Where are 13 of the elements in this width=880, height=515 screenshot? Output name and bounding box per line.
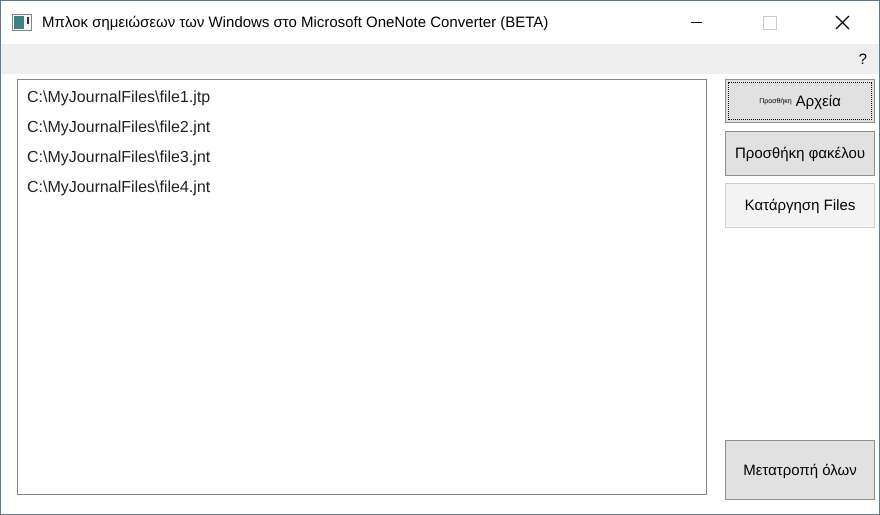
file-path[interactable]: C:\MyJournalFiles\file1.jtp — [27, 86, 697, 116]
close-icon[interactable] — [835, 15, 850, 30]
add-folder-button[interactable]: Προσθήκη φακέλου — [725, 131, 875, 176]
window-title: Μπλοκ σημειώσεων των Windows στο Microsoft OneNote Converter (BETA) — [42, 14, 550, 31]
file-path[interactable]: C:\MyJournalFiles\file4.jnt — [27, 176, 697, 206]
file-path[interactable]: C:\MyJournalFiles\file2.jnt — [27, 116, 697, 146]
file-list[interactable]: C:\MyJournalFiles\file1.jtp C:\MyJournalFiles\file2.jnt C:\MyJournalFiles\file3.jnt C:\MyJournalFiles\file4.jnt — [17, 79, 707, 495]
minimize-icon[interactable] — [691, 22, 702, 23]
remove-files-button[interactable]: Κατάργηση Files — [725, 183, 875, 228]
file-path[interactable]: C:\MyJournalFiles\file3.jnt — [27, 146, 697, 176]
convert-all-button[interactable]: Μετατροπή όλων — [725, 440, 875, 500]
app-icon — [12, 14, 32, 31]
help-menu[interactable]: ? — [858, 50, 867, 68]
